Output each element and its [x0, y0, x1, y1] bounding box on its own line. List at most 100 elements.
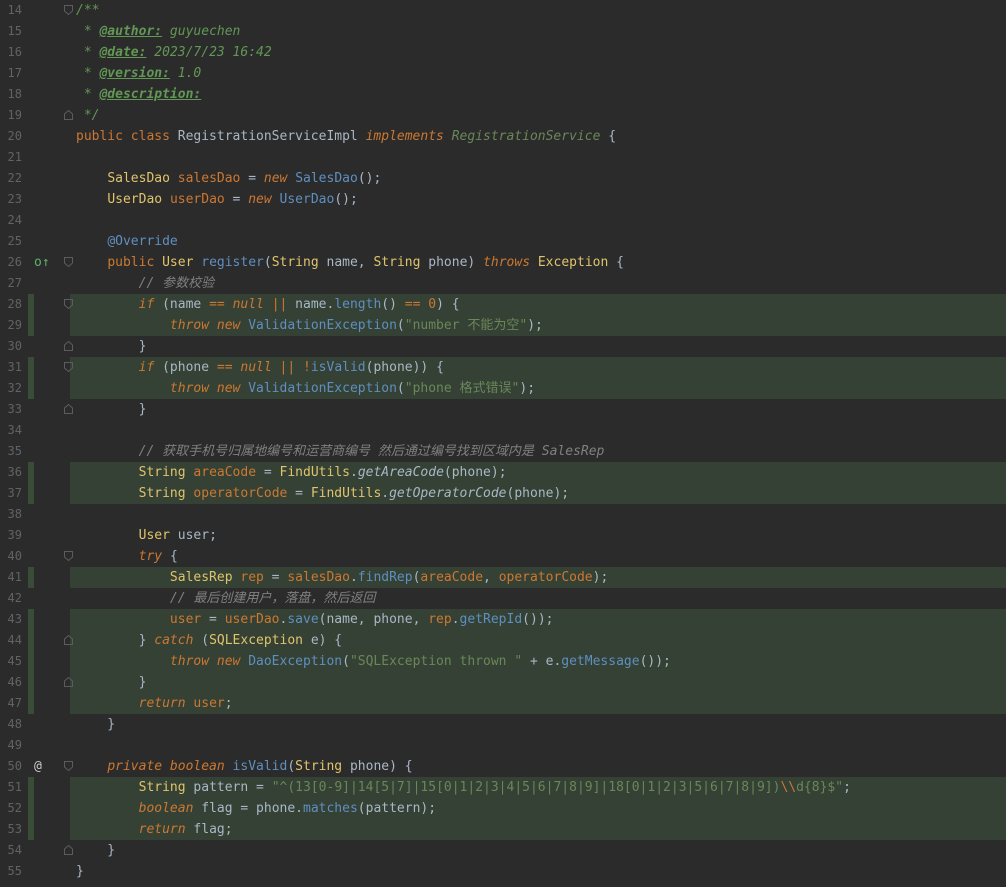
code-token: }: [76, 843, 116, 858]
code-token: FindUtils: [279, 465, 350, 480]
code-line[interactable]: 44 } catch (SQLException e) {: [0, 630, 1006, 651]
code-line[interactable]: 15 * @author: guyuechen: [0, 21, 1006, 42]
fold-open-icon[interactable]: [64, 5, 73, 15]
code-token: getRepId: [459, 612, 523, 627]
code-line[interactable]: 52 boolean flag = phone.matches(pattern)…: [0, 798, 1006, 819]
code-line[interactable]: 14 /**: [0, 0, 1006, 21]
code-line[interactable]: 45 throw new DaoException("SQLException …: [0, 651, 1006, 672]
line-number: 24: [7, 213, 22, 227]
code-line[interactable]: 17 * @version: 1.0: [0, 63, 1006, 84]
code-token: =: [240, 171, 264, 186]
code-token: *: [76, 66, 100, 81]
code-line[interactable]: 18 * @description:: [0, 84, 1006, 105]
code-text: }: [76, 840, 115, 861]
code-line[interactable]: 54 }: [0, 840, 1006, 861]
code-line[interactable]: 34: [0, 420, 1006, 441]
fold-open-icon[interactable]: [64, 551, 73, 561]
code-token: .: [349, 465, 358, 480]
code-token: getAreaCode: [357, 465, 444, 480]
code-line[interactable]: 30 }: [0, 336, 1006, 357]
code-line[interactable]: 48 }: [0, 714, 1006, 735]
code-token: getMessage: [561, 654, 640, 669]
code-text: } catch (SQLException e) {: [76, 630, 343, 651]
change-marker: [28, 315, 34, 336]
code-line[interactable]: 27 // 参数校验: [0, 273, 1006, 294]
code-line[interactable]: 33 }: [0, 399, 1006, 420]
line-number: 41: [7, 570, 22, 584]
code-text: UserDao userDao = new UserDao();: [76, 189, 358, 210]
line-number: 34: [7, 423, 22, 437]
line-number: 40: [7, 549, 22, 563]
code-line[interactable]: 21: [0, 147, 1006, 168]
code-token: (pattern);: [357, 801, 437, 816]
fold-close-icon[interactable]: [64, 110, 73, 120]
code-text: String operatorCode = FindUtils.getOpera…: [76, 483, 570, 504]
fold-close-icon[interactable]: [64, 677, 73, 687]
code-line[interactable]: 46 }: [0, 672, 1006, 693]
code-line[interactable]: 23 UserDao userDao = new UserDao();: [0, 189, 1006, 210]
code-token: .: [451, 612, 460, 627]
code-line[interactable]: 39 User user;: [0, 525, 1006, 546]
code-line[interactable]: 49: [0, 735, 1006, 756]
fold-close-icon[interactable]: [64, 635, 73, 645]
code-line[interactable]: 50 @ private boolean isValid(String phone…: [0, 756, 1006, 777]
line-number: 47: [7, 696, 22, 710]
code-token: save: [287, 612, 319, 627]
override-gutter-icon[interactable]: o↑: [34, 252, 50, 273]
code-token: (: [201, 633, 210, 648]
code-line[interactable]: 43 user = userDao.save(name, phone, rep.…: [0, 609, 1006, 630]
code-line[interactable]: 29 throw new ValidationException("number…: [0, 315, 1006, 336]
code-line[interactable]: 55}: [0, 861, 1006, 882]
code-token: }: [76, 717, 116, 732]
annotation-gutter-icon[interactable]: @: [34, 756, 42, 777]
fold-open-icon[interactable]: [64, 299, 73, 309]
change-marker: [28, 798, 34, 819]
code-line[interactable]: 38: [0, 504, 1006, 525]
code-line[interactable]: 42 // 最后创建用户，落盘，然后返回: [0, 588, 1006, 609]
code-line[interactable]: 41 SalesRep rep = salesDao.findRep(areaC…: [0, 567, 1006, 588]
code-token: operatorCode: [498, 570, 593, 585]
fold-close-icon[interactable]: [64, 341, 73, 351]
change-marker: [28, 378, 34, 399]
code-line[interactable]: 53 return flag;: [0, 819, 1006, 840]
code-text: */: [76, 105, 100, 126]
code-editor[interactable]: 14/** 15 * @author: guyuechen 16 * @date: …: [0, 0, 1006, 887]
code-line[interactable]: 25 @Override: [0, 231, 1006, 252]
code-token: throw new: [169, 654, 249, 669]
code-token: (name: [162, 297, 210, 312]
code-line[interactable]: 19 */: [0, 105, 1006, 126]
code-line[interactable]: 24: [0, 210, 1006, 231]
line-number: 39: [7, 528, 22, 542]
fold-open-icon[interactable]: [64, 761, 73, 771]
code-line[interactable]: 26 o↑ public User register(String name, S…: [0, 252, 1006, 273]
code-text: * @author: guyuechen: [76, 21, 241, 42]
change-marker: [28, 483, 34, 504]
code-line[interactable]: 51 String pattern = "^(13[0-9]|14[5|7]|1…: [0, 777, 1006, 798]
code-token: (: [396, 381, 405, 396]
code-token: (phone);: [443, 465, 507, 480]
code-line[interactable]: 20 public class RegistrationServiceImpl i…: [0, 126, 1006, 147]
fold-close-icon[interactable]: [64, 404, 73, 414]
code-line[interactable]: 35 // 获取手机号归属地编号和运营商编号 然后通过编号找到区域内是 Sale…: [0, 441, 1006, 462]
line-number: 37: [7, 486, 22, 500]
code-token: /**: [76, 3, 100, 18]
fold-close-icon[interactable]: [64, 845, 73, 855]
code-token: e) {: [310, 633, 343, 648]
code-line[interactable]: 37 String operatorCode = FindUtils.getOp…: [0, 483, 1006, 504]
code-line[interactable]: 47 return user;: [0, 693, 1006, 714]
line-number: 25: [7, 234, 22, 248]
code-line[interactable]: 22 SalesDao salesDao = new SalesDao();: [0, 168, 1006, 189]
code-line[interactable]: 32 throw new ValidationException("phone …: [0, 378, 1006, 399]
code-line[interactable]: 36 String areaCode = FindUtils.getAreaCo…: [0, 462, 1006, 483]
code-line[interactable]: 31 if (phone == null || !isValid(phone))…: [0, 357, 1006, 378]
code-text: try {: [76, 546, 178, 567]
fold-open-icon[interactable]: [64, 257, 73, 267]
fold-open-icon[interactable]: [64, 362, 73, 372]
code-token: }: [76, 339, 147, 354]
code-line[interactable]: 28 if (name == null || name.length() == …: [0, 294, 1006, 315]
code-line[interactable]: 40 try {: [0, 546, 1006, 567]
code-line[interactable]: 16 * @date: 2023/7/23 16:42: [0, 42, 1006, 63]
change-marker: [28, 609, 34, 630]
